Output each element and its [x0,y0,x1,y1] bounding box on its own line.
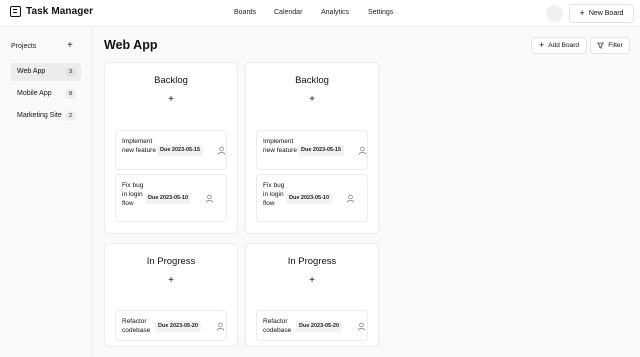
add-board-button[interactable]: + Add Board [531,37,587,54]
board-column: Backlog + Implement new feature Due 2023… [104,62,238,234]
task-card[interactable]: Implement new feature Due 2023-05-15 [256,130,368,170]
task-card[interactable]: Refactor codebase Due 2023-05-20 [115,310,227,341]
task-card[interactable]: Fix bug in login flow Due 2023-05-10 [115,174,227,222]
add-task-button[interactable]: + [246,94,378,105]
person-icon[interactable] [205,194,214,203]
sidebar-item-label: Web App [17,68,46,75]
task-name: Implement new feature [122,138,156,154]
sidebar-item-label: Marketing Site [17,112,62,119]
board-column: In Progress + Refactor codebase Due 2023… [104,243,238,347]
plus-icon: + [579,8,585,18]
funnel-icon [597,42,605,49]
nav-boards[interactable]: Boards [234,9,256,16]
task-name: Refactor codebase [122,318,151,334]
new-board-label: New Board [588,10,624,17]
sidebar-item-label: Mobile App [17,90,52,97]
sidebar-heading: Projects [11,43,37,50]
task-list-icon [10,6,21,17]
board-title: In Progress [287,256,337,267]
person-icon[interactable] [357,322,366,331]
due-date-badge: Due 2023-05-10 [286,193,333,204]
count-badge: 8 [65,89,76,99]
board-column: Backlog + Implement new feature Due 2023… [245,62,379,234]
count-badge: 2 [65,111,76,121]
filter-button[interactable]: Filter [590,37,630,54]
task-card[interactable]: Fix bug in login flow Due 2023-05-10 [256,174,368,222]
add-project-button[interactable]: + [67,40,73,51]
nav-analytics[interactable]: Analytics [321,9,349,16]
add-task-button[interactable]: + [105,94,237,105]
app-title: Task Manager [26,6,94,17]
board-title: Backlog [295,75,329,86]
person-icon[interactable] [216,322,225,331]
plus-icon: + [539,40,545,50]
nav-calendar[interactable]: Calendar [274,9,302,16]
new-board-button[interactable]: + New Board [569,4,634,23]
due-date-badge: Due 2023-05-10 [145,193,192,204]
page-title: Web App [104,38,158,52]
board-title: Backlog [154,75,188,86]
board-title: In Progress [146,256,196,267]
sidebar-item-web-app[interactable]: Web App 3 [11,63,81,81]
person-icon[interactable] [217,146,226,155]
person-icon[interactable] [346,194,355,203]
task-name: Fix bug in login flow [122,182,144,207]
brand[interactable]: Task Manager [10,6,93,17]
avatar[interactable] [546,5,563,22]
add-board-label: Add Board [548,42,579,49]
add-task-button[interactable]: + [105,275,237,286]
due-date-badge: Due 2023-05-15 [157,145,204,156]
due-date-badge: Due 2023-05-20 [296,321,343,332]
task-card[interactable]: Refactor codebase Due 2023-05-20 [256,310,368,341]
due-date-badge: Due 2023-05-20 [155,321,202,332]
task-name: Refactor codebase [263,318,292,334]
nav-settings[interactable]: Settings [368,9,393,16]
task-card[interactable]: Implement new feature Due 2023-05-15 [115,130,227,170]
sidebar-item-mobile-app[interactable]: Mobile App 8 [11,85,81,103]
filter-label: Filter [608,42,623,49]
task-name: Implement new feature [263,138,297,154]
count-badge: 3 [65,67,76,77]
sidebar: Projects + Web App 3 Mobile App 8 Market… [0,28,92,357]
person-icon[interactable] [358,146,367,155]
board-column: In Progress + Refactor codebase Due 2023… [245,243,379,347]
due-date-badge: Due 2023-05-15 [298,145,345,156]
add-task-button[interactable]: + [246,275,378,286]
task-name: Fix bug in login flow [263,182,285,207]
sidebar-item-marketing-site[interactable]: Marketing Site 2 [11,107,81,125]
top-header: Task Manager Boards Calendar Analytics S… [0,0,640,27]
